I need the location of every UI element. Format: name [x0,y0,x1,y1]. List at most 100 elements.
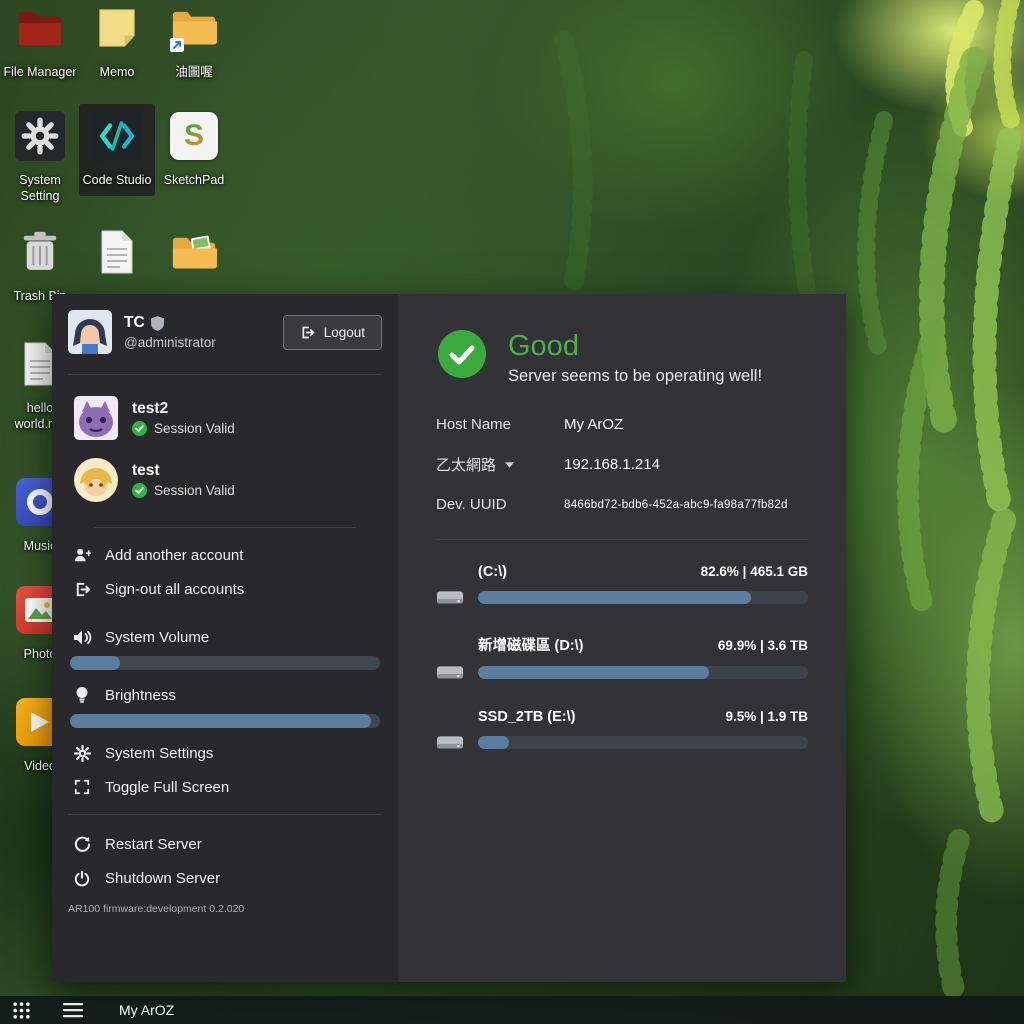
current-user-card: TC @administrator Logout [68,310,382,364]
disk-usage-bar [478,736,808,749]
account-avatar [74,396,118,440]
network-selector[interactable]: 乙太網路 [436,454,564,475]
logout-button[interactable]: Logout [283,315,382,350]
desktop-icon-memo[interactable]: Memo [79,2,155,80]
desktop-icon-photo-folder[interactable] [156,226,232,288]
disk-usage-fill [478,591,751,604]
system-settings-item[interactable]: System Settings [68,736,382,770]
status-message: Server seems to be operating well! [508,367,762,386]
account-item-test2[interactable]: test2 Session Valid [68,387,382,449]
system-volume-item[interactable]: System Volume [68,620,382,654]
logout-label: Logout [324,325,365,340]
uuid-value: 8466bd72-bdb6-452a-abc9-fa98a77fb82d [564,499,788,511]
desktop-icon-file-manager[interactable]: File Manager [2,2,78,80]
system-status-panel: TC @administrator Logout test2 [52,294,846,982]
drive-icon [436,662,464,682]
disk-list: (C:\) 82.6% | 465.1 GB 新增磁碟區 (D [436,539,808,752]
signout-all-item[interactable]: Sign-out all accounts [68,572,382,606]
user-handle: @administrator [124,335,216,350]
account-column: TC @administrator Logout test2 [52,294,398,982]
session-valid-icon [132,483,147,498]
person-plus-icon [72,546,92,564]
toggle-fullscreen-item[interactable]: Toggle Full Screen [68,770,382,804]
restart-server-item[interactable]: Restart Server [68,827,382,861]
restart-icon [72,835,92,853]
server-health-status: Good Server seems to be operating well! [438,330,808,386]
lightbulb-icon [72,686,92,704]
brightness-item[interactable]: Brightness [68,678,382,712]
status-title: Good [508,330,762,363]
brightness-slider[interactable] [70,714,380,728]
disk-usage: 69.9% | 3.6 TB [718,638,808,653]
grid-icon [12,1001,31,1020]
ip-address-value: 192.168.1.214 [564,456,660,473]
account-name: test2 [132,400,235,418]
memo-icon [91,2,143,54]
folder-shortcut-icon [168,2,220,54]
divider [94,527,356,528]
disk-usage: 82.6% | 465.1 GB [701,564,808,579]
disk-name: (C:\) [478,564,507,580]
divider [68,374,382,375]
logout-icon [300,325,315,340]
toggle-fullscreen-label: Toggle Full Screen [105,779,229,796]
desktop-icon-trash[interactable]: Trash Bin [2,226,78,304]
firmware-version: AR100 firmware:development 0.2.020 [68,903,382,915]
taskbar-title: My ArOZ [119,1002,174,1018]
speaker-icon [72,628,92,646]
account-info: test2 Session Valid [132,400,235,436]
add-account-label: Add another account [105,547,243,564]
user-name: TC [124,314,145,332]
document-icon [91,226,143,278]
account-name: test [132,462,235,480]
volume-slider[interactable] [70,656,380,670]
disk-row-e[interactable]: SSD_2TB (E:\) 9.5% | 1.9 TB [436,709,808,752]
uuid-label: Dev. UUID [436,496,564,513]
status-text: Good Server seems to be operating well! [508,330,762,386]
session-status: Session Valid [154,421,235,436]
disk-name: 新增磁碟區 (D:\) [478,634,584,655]
add-account-item[interactable]: Add another account [68,538,382,572]
shutdown-server-label: Shutdown Server [105,870,220,887]
volume-slider-fill [70,656,120,670]
chevron-down-icon [505,462,514,468]
divider [68,814,382,815]
desktop-icon-code-studio[interactable]: Code Studio [79,104,155,196]
shutdown-server-item[interactable]: Shutdown Server [68,861,382,895]
hamburger-icon [63,1002,83,1018]
desktop-icon-sketchpad[interactable]: S SketchPad [156,110,232,188]
brightness-slider-fill [70,714,371,728]
account-info: test Session Valid [132,462,235,498]
file-manager-icon [14,2,66,54]
desktop-icon-system-setting[interactable]: System Setting [2,110,78,205]
session-status: Session Valid [154,483,235,498]
desktop-icon-label: SketchPad [164,172,224,188]
taskbar: My ArOZ [0,996,1024,1024]
sign-out-icon [72,580,92,598]
menu-button[interactable] [63,1002,83,1018]
account-item-test[interactable]: test Session Valid [68,449,382,511]
system-volume-label: System Volume [105,629,209,646]
app-grid-button[interactable] [12,1001,31,1020]
gear-icon [14,110,66,162]
shortcut-arrow-icon [170,38,184,52]
disk-row-d[interactable]: 新增磁碟區 (D:\) 69.9% | 3.6 TB [436,634,808,682]
disk-usage: 9.5% | 1.9 TB [725,709,808,724]
desktop-icon-shortcut-folder[interactable]: 油圖喔 [156,2,232,80]
session-valid-icon [132,421,147,436]
fullscreen-icon [72,778,92,796]
restart-server-label: Restart Server [105,836,202,853]
desktop-icon-label: Code Studio [83,172,152,188]
hostname-label: Host Name [436,416,564,433]
desktop: File Manager Memo 油圖喔 System Setting Cod… [0,0,1024,1024]
uuid-row: Dev. UUID 8466bd72-bdb6-452a-abc9-fa98a7… [436,496,808,513]
check-circle-icon [438,330,486,378]
desktop-icon-document[interactable] [79,226,155,288]
server-status-column: Good Server seems to be operating well! … [398,294,846,982]
desktop-icon-label: Memo [100,64,135,80]
desktop-icon-label: System Setting [2,172,78,205]
disk-row-c[interactable]: (C:\) 82.6% | 465.1 GB [436,564,808,607]
brightness-label: Brightness [105,687,176,704]
disk-name: SSD_2TB (E:\) [478,709,576,725]
hostname-row: Host Name My ArOZ [436,416,808,433]
